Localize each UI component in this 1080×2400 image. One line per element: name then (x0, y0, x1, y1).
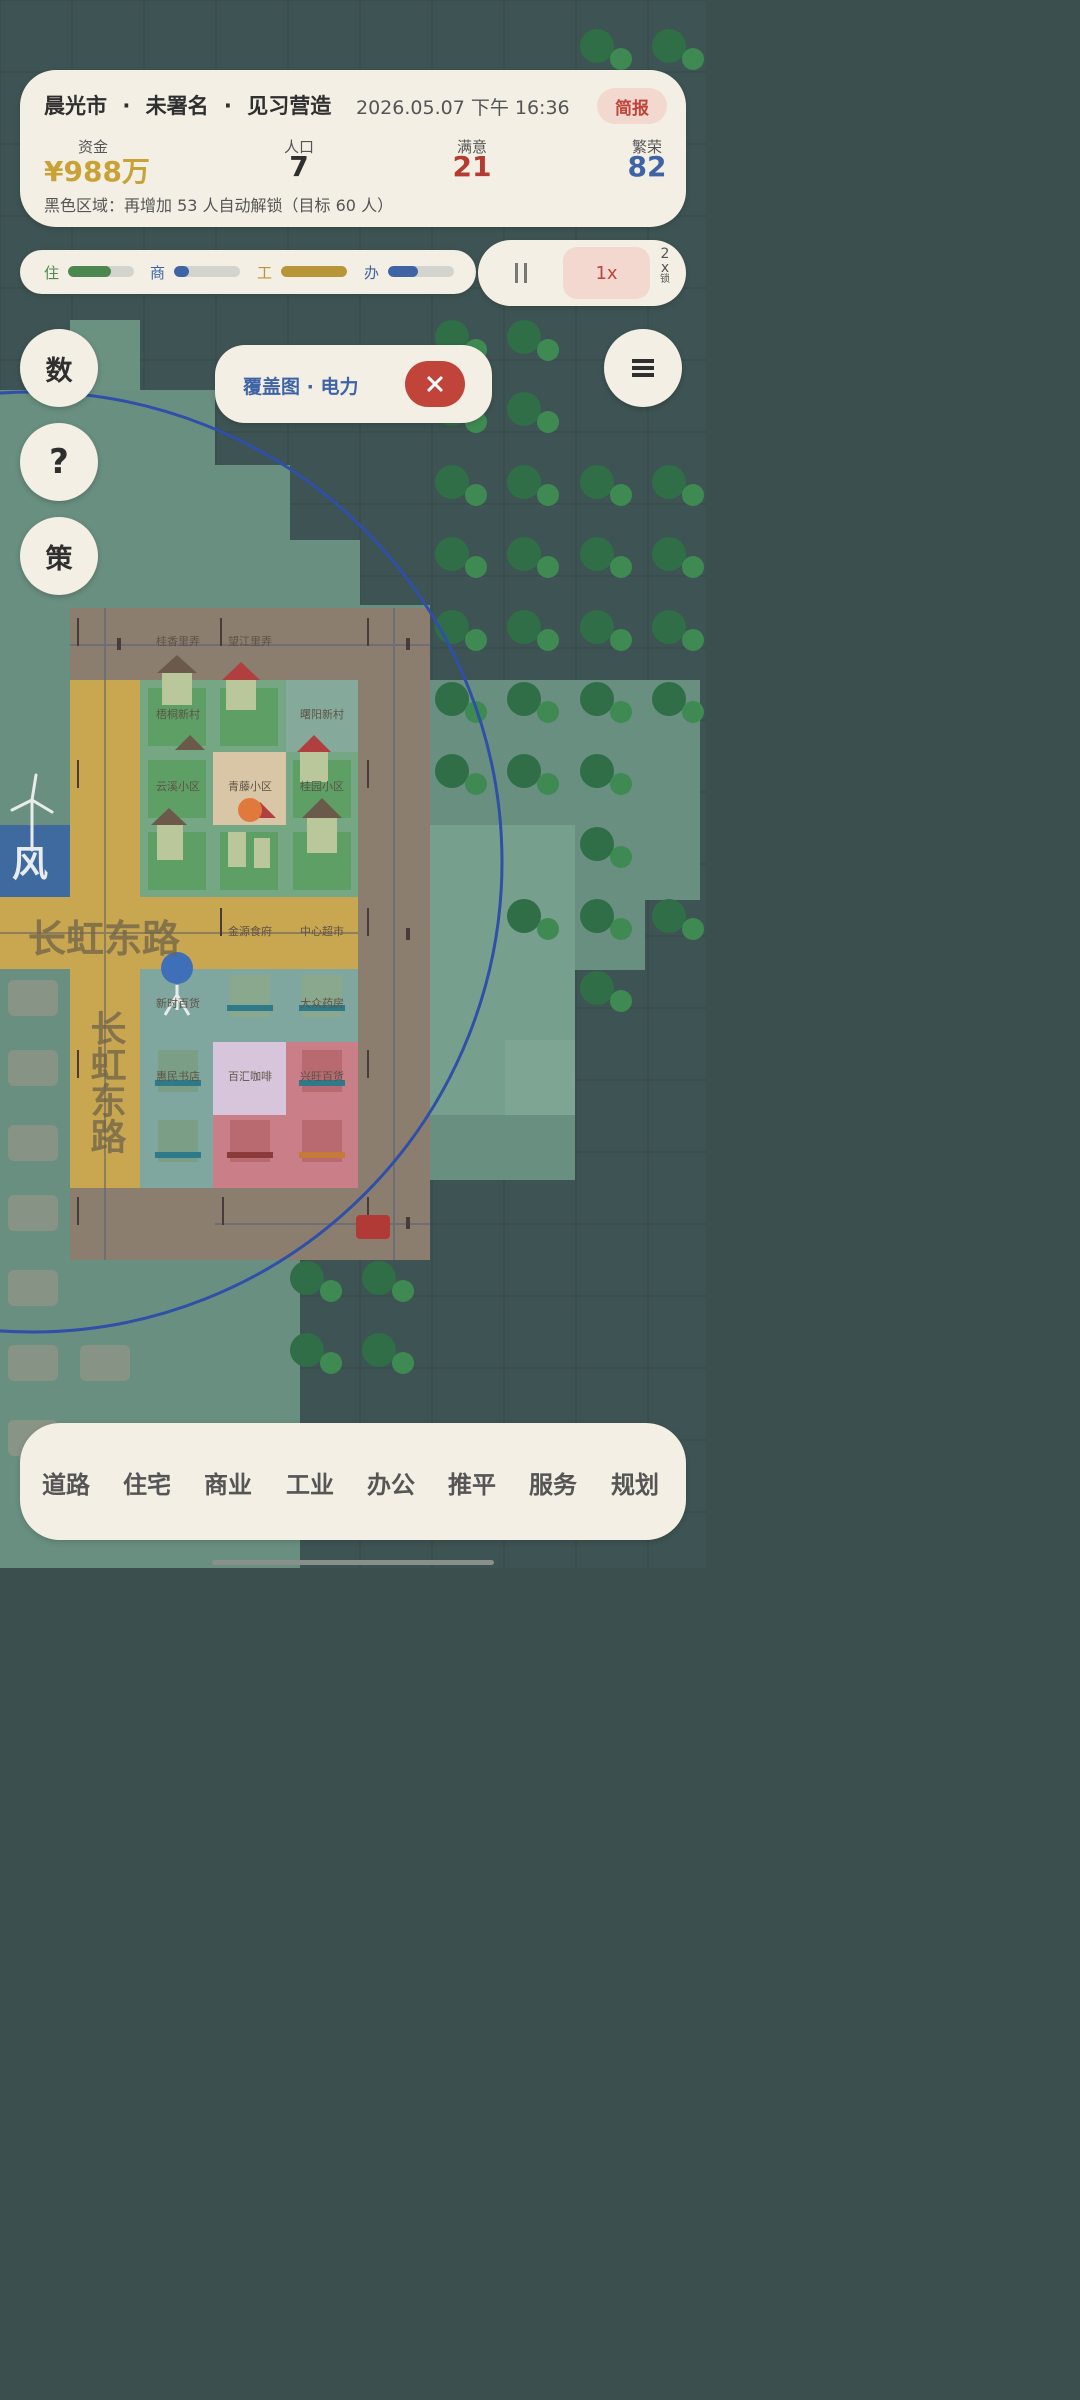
speed-2x-label: 2x (660, 246, 670, 276)
building-label: 曙阳新村 (300, 707, 344, 721)
building-label: 百汇咖啡 (228, 1069, 272, 1083)
speed-2x-button[interactable]: 2x 锁 (654, 247, 676, 299)
funds-value: ¥988万 (44, 155, 150, 188)
building-label: 惠民书店 (156, 1069, 200, 1083)
building-label: 桂园小区 (300, 779, 344, 793)
stats-button[interactable]: 数 (20, 329, 98, 407)
power-source-dot (238, 798, 262, 822)
truck (356, 1215, 390, 1239)
speed-1x-button[interactable]: 1x (563, 247, 650, 299)
demand-bar-fill (174, 266, 189, 277)
pause-button[interactable] (503, 255, 539, 291)
building-label: 兴旺百货 (300, 1069, 344, 1083)
toolbar-item[interactable]: 规划 (611, 1465, 659, 1500)
toolbar-item[interactable]: 商业 (204, 1465, 252, 1500)
demand-bar (388, 266, 454, 277)
overlay-title: 覆盖图 · 电力 (243, 376, 359, 398)
title-separator: · (122, 94, 131, 118)
toolbar-item[interactable]: 住宅 (123, 1465, 171, 1500)
build-toolbar (20, 1423, 686, 1540)
population-value: 7 (289, 150, 309, 183)
street-label: 桂香里弄 (156, 634, 200, 648)
speed-locked-label: 锁 (660, 274, 670, 285)
close-icon (426, 375, 444, 393)
satisfaction-value: 21 (452, 150, 492, 183)
demand-bar (174, 266, 240, 277)
demand-label: 工 (257, 264, 273, 282)
pause-icon (515, 263, 527, 283)
overlay-close-button[interactable] (405, 361, 465, 407)
demand-bar-fill (388, 266, 418, 277)
toolbar-item[interactable]: 工业 (286, 1465, 334, 1500)
city-title: 晨光市 · 未署名 · 见习营造 (44, 90, 331, 120)
building-label: 金源食府 (228, 924, 272, 938)
demand-label: 住 (44, 264, 60, 282)
building-label: 梧桐新村 (156, 707, 200, 721)
road-name-label: 长虹东路 (28, 917, 181, 961)
road-name-label-vertical: 长虹东路 (85, 1010, 127, 1154)
toolbar-item[interactable]: 办公 (367, 1465, 415, 1500)
prosperity-value: 82 (627, 150, 667, 183)
unlock-notice: 黑色区域：再增加 53 人自动解锁（目标 60 人） (44, 196, 394, 215)
report-button[interactable]: 简报 (597, 88, 667, 124)
home-indicator (212, 1560, 494, 1565)
toolbar-item[interactable]: 道路 (42, 1465, 90, 1500)
building-label: 青藤小区 (228, 780, 272, 793)
city-map[interactable]: 桂香里弄 望江里弄 梧桐新村 曙阳新村 云溪小区 青藤小区 桂园小区 金源食府 … (0, 0, 706, 1568)
building-label: 中心超市 (300, 924, 344, 938)
building-label: 新时百货 (156, 996, 200, 1010)
title-separator: · (223, 94, 232, 118)
demand-bar-fill (68, 266, 111, 277)
building-label: 云溪小区 (156, 780, 200, 793)
help-button[interactable]: ? (20, 423, 98, 501)
city-name: 晨光市 (44, 94, 107, 118)
street-label: 望江里弄 (228, 635, 272, 648)
demand-bar (68, 266, 134, 277)
toolbar-item[interactable]: 推平 (448, 1465, 496, 1500)
policy-button[interactable]: 策 (20, 517, 98, 595)
toolbar-item[interactable]: 服务 (529, 1465, 577, 1500)
menu-button[interactable] (604, 329, 682, 407)
mayor-name: 未署名 (145, 94, 209, 118)
menu-icon (632, 359, 654, 377)
building-label: 大众药房 (300, 996, 344, 1010)
wind-label: 风 (12, 844, 48, 885)
demand-bar (281, 266, 347, 277)
demand-label: 商 (150, 264, 166, 282)
demand-bar-fill (281, 266, 347, 277)
demand-label: 办 (364, 264, 380, 282)
mayor-rank: 见习营造 (247, 94, 332, 118)
game-datetime: 2026.05.07 下午 16:36 (356, 97, 570, 119)
